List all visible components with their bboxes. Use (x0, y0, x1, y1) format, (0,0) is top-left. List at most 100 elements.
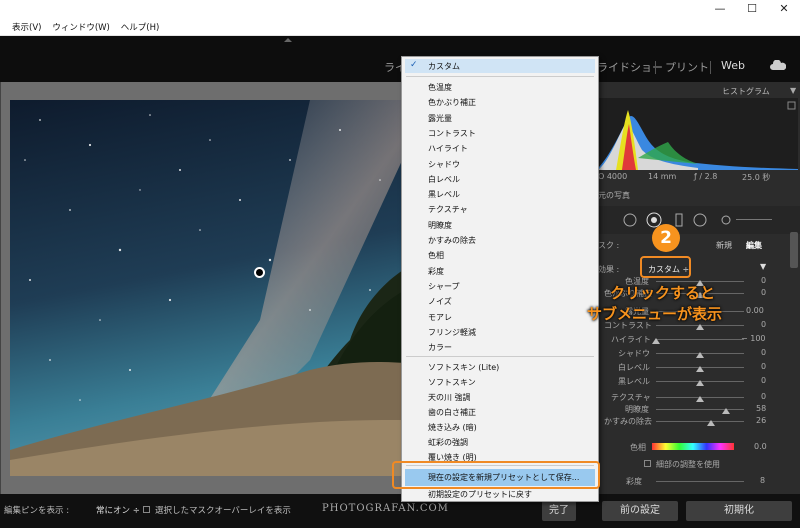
menu-help[interactable]: ヘルプ(H) (117, 19, 164, 35)
adjustment-label: シャドウ (618, 349, 650, 358)
adjustment-value: 0 (761, 362, 767, 371)
module-slideshow[interactable]: ライドショー (597, 59, 663, 75)
adjustment-slider[interactable] (656, 339, 744, 340)
menu-item[interactable]: ノイズ (428, 296, 452, 307)
adjustment-value: 0 (761, 276, 767, 285)
fine-adjust-label: 細部の調整を使用 (656, 460, 720, 469)
histogram-aperture: ƒ / 2.8 (694, 172, 718, 181)
menu-item[interactable]: 天の川 強調 (428, 392, 471, 403)
menu-item[interactable]: 色相 (428, 250, 444, 261)
original-photo-label: 元の写真 (598, 191, 630, 200)
slider-knob[interactable] (707, 420, 716, 426)
menu-item[interactable]: シャープ (428, 281, 460, 292)
mask-label: スク : (598, 241, 620, 250)
cloud-icon[interactable] (770, 59, 787, 70)
adjustment-value: 0 (761, 392, 767, 401)
menu-item[interactable]: 虹彩の強調 (428, 437, 468, 448)
menu-item[interactable]: 露光量 (428, 113, 452, 124)
fine-adjust-checkbox[interactable] (644, 460, 651, 467)
preset-dropdown-menu: ✓ カスタム 色温度色かぶり補正 露光量コントラスト ハイライトシャドウ白レベル黒レ… (401, 56, 599, 502)
highlight-box-save (392, 461, 600, 489)
window-title-bar: — ☐ ✕ (0, 0, 800, 19)
slider-knob[interactable] (696, 352, 704, 358)
annotation-line2: サブメニューが表示 (587, 305, 723, 323)
panel-scrollbar[interactable] (790, 232, 798, 268)
checkmark-icon: ✓ (410, 60, 418, 70)
adjustment-label: 白レベル (618, 363, 650, 372)
menu-item[interactable]: 彩度 (428, 266, 444, 277)
pin-display-dropdown[interactable]: 常にオン ÷ (96, 504, 140, 516)
menu-item-custom[interactable]: カスタム (428, 61, 460, 72)
previous-settings-button[interactable]: 前の設定 (602, 501, 678, 521)
bottom-toolbar: 編集ピンを表示 : 常にオン ÷ 選択したマスクオーバーレイを表示 PHOTOG… (0, 494, 800, 528)
menu-item[interactable]: 色温度 (428, 82, 452, 93)
menu-item[interactable]: テクスチャ (428, 204, 468, 215)
adjustment-value: − 100 (741, 334, 766, 343)
histogram-title[interactable]: ヒストグラム (722, 86, 770, 97)
mask-new-button[interactable]: 新規 (716, 240, 732, 251)
slider-knob[interactable] (696, 396, 704, 402)
collapse-top-icon[interactable] (284, 38, 292, 42)
tool-strip (596, 206, 800, 234)
slider-knob[interactable] (696, 324, 704, 330)
highlight-box-preset (640, 256, 691, 278)
menu-item[interactable]: カラー (428, 342, 452, 353)
adjustment-value: 26 (756, 416, 767, 425)
adjustment-value: 58 (756, 404, 767, 413)
menu-item[interactable]: ハイライト (428, 143, 468, 154)
slider-knob[interactable] (652, 338, 660, 344)
hue-value: 0.0 (754, 442, 767, 451)
menu-item[interactable]: コントラスト (428, 128, 476, 139)
menu-item[interactable]: 明瞭度 (428, 220, 452, 231)
saturation-label: 彩度 (626, 477, 642, 486)
saturation-slider[interactable] (656, 481, 744, 482)
module-separator (710, 61, 711, 74)
adjustment-label: 明瞭度 (625, 405, 649, 414)
slider-knob[interactable] (721, 408, 730, 414)
collapse-icon[interactable]: ▼ (790, 86, 796, 95)
adjustment-value: 0.00 (746, 306, 764, 315)
slider-knob[interactable] (696, 380, 704, 386)
module-web[interactable]: Web (721, 59, 745, 72)
adjustment-label: 黒レベル (618, 377, 650, 386)
module-print[interactable]: プリント (665, 59, 709, 75)
adjustment-slider[interactable] (656, 421, 744, 422)
menu-separator (406, 76, 594, 77)
reset-button[interactable]: 初期化 (686, 501, 792, 521)
overlay-checkbox[interactable] (143, 506, 150, 513)
menu-item[interactable]: 黒レベル (428, 189, 460, 200)
close-icon[interactable]: ✕ (774, 2, 794, 15)
maximize-icon[interactable]: ☐ (742, 2, 762, 15)
menu-item-restore-defaults[interactable]: 初期設定のプリセットに戻す (428, 489, 532, 500)
menu-separator (406, 356, 594, 357)
adjustment-label: かすみの除去 (604, 417, 652, 426)
slider-knob[interactable] (696, 366, 704, 372)
menu-item[interactable]: フリンジ軽減 (428, 327, 476, 338)
edit-pin[interactable] (254, 267, 265, 278)
adjustment-slider[interactable] (656, 409, 744, 410)
annotation-line1: クリックすると (610, 284, 716, 302)
menu-item[interactable]: 色かぶり補正 (428, 97, 476, 108)
histogram-iso: O 4000 (598, 172, 628, 181)
menu-item[interactable]: ソフトスキン (428, 377, 476, 388)
menu-item[interactable]: シャドウ (428, 159, 460, 170)
menu-window[interactable]: ウィンドウ(W) (48, 19, 114, 35)
menu-item[interactable]: かすみの除去 (428, 235, 476, 246)
done-button[interactable]: 完了 (542, 501, 576, 521)
module-separator (655, 61, 656, 74)
hue-bar[interactable] (652, 443, 734, 450)
effect-collapse-icon[interactable]: ▼ (760, 262, 766, 271)
menu-item[interactable]: 焼き込み (暗) (428, 422, 477, 433)
menu-item[interactable]: モアレ (428, 312, 452, 323)
mask-edit-button[interactable]: 編集 (746, 240, 762, 251)
minimize-icon[interactable]: — (710, 2, 730, 15)
menu-item[interactable]: ソフトスキン (Lite) (428, 362, 499, 373)
menu-item[interactable]: 歯の白さ補正 (428, 407, 476, 418)
histogram-shutter: 25.0 秒 (742, 173, 771, 182)
histogram (598, 98, 798, 170)
adjustment-value: 0 (761, 288, 767, 297)
menu-view[interactable]: 表示(V) (8, 19, 45, 35)
adjustment-value: 0 (761, 348, 767, 357)
menu-item[interactable]: 白レベル (428, 174, 460, 185)
menu-bar: 表示(V) ウィンドウ(W) ヘルプ(H) (0, 19, 800, 36)
